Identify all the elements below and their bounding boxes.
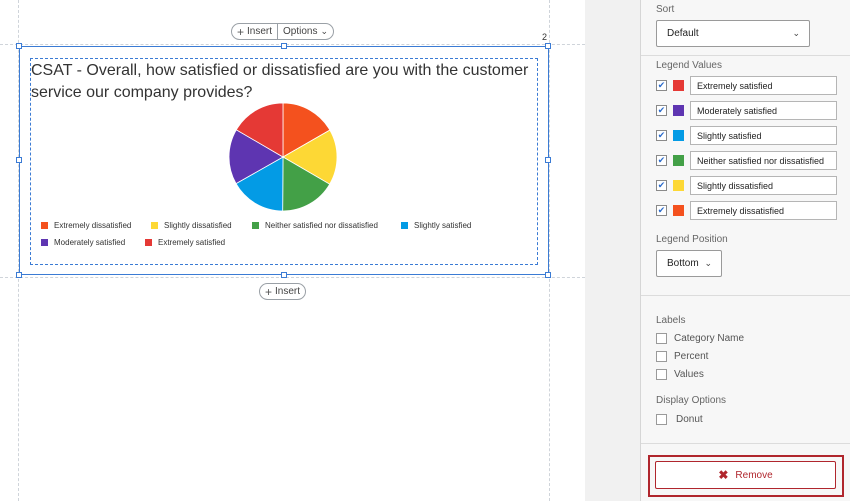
values-option[interactable]: Values [656, 368, 704, 381]
percent-checkbox[interactable] [656, 351, 667, 362]
legend-value-input[interactable]: Extremely satisfied [690, 76, 837, 95]
resize-handle-ne[interactable] [545, 43, 551, 49]
legend-value-input[interactable]: Extremely dissatisfied [690, 201, 837, 220]
legend-value-checkbox[interactable]: ✔ [656, 180, 667, 191]
legend-label: Neither satisfied nor dissatisfied [265, 221, 378, 230]
legend-swatch [401, 222, 408, 229]
x-icon: ✖ [718, 468, 729, 482]
resize-handle-nw[interactable] [16, 43, 22, 49]
insert-below-label: Insert [275, 286, 301, 297]
legend-label: Moderately satisfied [54, 238, 126, 247]
legend-item: Slightly satisfied [401, 221, 471, 230]
legend-color-swatch[interactable] [673, 130, 684, 141]
legend-value-input[interactable]: Slightly satisfied [690, 126, 837, 145]
legend-swatch [41, 222, 48, 229]
legend-value-checkbox[interactable]: ✔ [656, 105, 667, 116]
donut-checkbox[interactable] [656, 414, 667, 425]
resize-handle-s[interactable] [281, 272, 287, 278]
labels-section-label: Labels [656, 315, 686, 326]
values-label: Values [674, 369, 704, 380]
legend-value-checkbox[interactable]: ✔ [656, 205, 667, 216]
page-number: 2 [542, 32, 548, 42]
legend-value-input[interactable]: Moderately satisfied [690, 101, 837, 120]
legend-item: Extremely satisfied [145, 238, 225, 247]
plus-icon: + [237, 24, 245, 39]
legend-value-row: ✔ Extremely dissatisfied [656, 201, 837, 220]
values-checkbox[interactable] [656, 369, 667, 380]
category-name-checkbox[interactable] [656, 333, 667, 344]
remove-button[interactable]: ✖ Remove [655, 461, 836, 489]
legend-item: Neither satisfied nor dissatisfied [252, 221, 378, 230]
resize-handle-n[interactable] [281, 43, 287, 49]
legend-swatch [145, 239, 152, 246]
legend-value-row: ✔ Extremely satisfied [656, 76, 837, 95]
pie-chart [228, 102, 338, 212]
legend-color-swatch[interactable] [673, 80, 684, 91]
widget-toolbar: + Insert Options ⌄ [231, 23, 335, 40]
resize-handle-w[interactable] [16, 157, 22, 163]
legend-value-row: ✔ Moderately satisfied [656, 101, 837, 120]
legend-swatch [151, 222, 158, 229]
page-guide-right [549, 0, 550, 501]
legend-values-label: Legend Values [656, 60, 722, 71]
category-name-option[interactable]: Category Name [656, 332, 744, 345]
resize-handle-e[interactable] [545, 157, 551, 163]
legend-swatch [252, 222, 259, 229]
legend-label: Slightly satisfied [414, 221, 472, 230]
legend-item: Extremely dissatisfied [41, 221, 131, 230]
page-guide-bottom [0, 277, 585, 278]
legend-value-input[interactable]: Slightly dissatisfied [690, 176, 837, 195]
legend-value-row: ✔ Neither satisfied nor dissatisfied [656, 151, 837, 170]
legend-value-checkbox[interactable]: ✔ [656, 155, 667, 166]
legend-label: Extremely satisfied [158, 238, 226, 247]
resize-handle-sw[interactable] [16, 272, 22, 278]
remove-label: Remove [735, 469, 773, 481]
chevron-down-icon: ⌄ [320, 26, 329, 36]
options-button[interactable]: Options ⌄ [277, 24, 333, 39]
legend-label: Slightly dissatisfied [164, 221, 232, 230]
legend-position-select[interactable]: Bottom ⌄ [656, 250, 722, 277]
legend-position-value: Bottom [667, 258, 699, 269]
legend-value-row: ✔ Slightly dissatisfied [656, 176, 837, 195]
display-options-label: Display Options [656, 395, 727, 406]
legend-color-swatch[interactable] [673, 180, 684, 191]
sort-select[interactable]: Default ⌄ [656, 20, 810, 47]
legend-value-input[interactable]: Neither satisfied nor dissatisfied [690, 151, 837, 170]
insert-below-button[interactable]: + Insert [260, 284, 305, 299]
legend-value-checkbox[interactable]: ✔ [656, 130, 667, 141]
legend-value-checkbox[interactable]: ✔ [656, 80, 667, 91]
divider [641, 443, 850, 444]
legend-value-row: ✔ Slightly satisfied [656, 126, 837, 145]
sort-value: Default [667, 28, 699, 39]
legend-item: Slightly dissatisfied [151, 221, 232, 230]
plus-icon: + [265, 284, 273, 299]
sort-label: Sort [656, 4, 675, 15]
insert-label: Insert [247, 26, 273, 37]
legend-item: Moderately satisfied [41, 238, 125, 247]
options-label: Options [283, 26, 318, 37]
bottom-insert-pill: + Insert [259, 283, 307, 300]
legend-color-swatch[interactable] [673, 155, 684, 166]
page-guide-top [0, 44, 585, 45]
category-name-label: Category Name [674, 333, 745, 344]
chevron-down-icon: ⌄ [792, 28, 800, 38]
divider [641, 295, 850, 296]
insert-button[interactable]: + Insert [232, 24, 277, 39]
percent-option[interactable]: Percent [656, 350, 708, 363]
legend-color-swatch[interactable] [673, 105, 684, 116]
legend-swatch [41, 239, 48, 246]
legend-position-label: Legend Position [656, 234, 728, 245]
legend-label: Extremely dissatisfied [54, 221, 132, 230]
chevron-down-icon: ⌄ [704, 258, 712, 268]
percent-label: Percent [674, 351, 709, 362]
resize-handle-se[interactable] [545, 272, 551, 278]
donut-label: Donut [676, 414, 703, 425]
chart-title: CSAT - Overall, how satisfied or dissati… [31, 62, 529, 101]
divider [641, 55, 850, 56]
legend-color-swatch[interactable] [673, 205, 684, 216]
properties-panel: Sort Default ⌄ Legend Values ✔ Extremely … [640, 0, 850, 501]
donut-option[interactable]: Donut [656, 413, 703, 426]
